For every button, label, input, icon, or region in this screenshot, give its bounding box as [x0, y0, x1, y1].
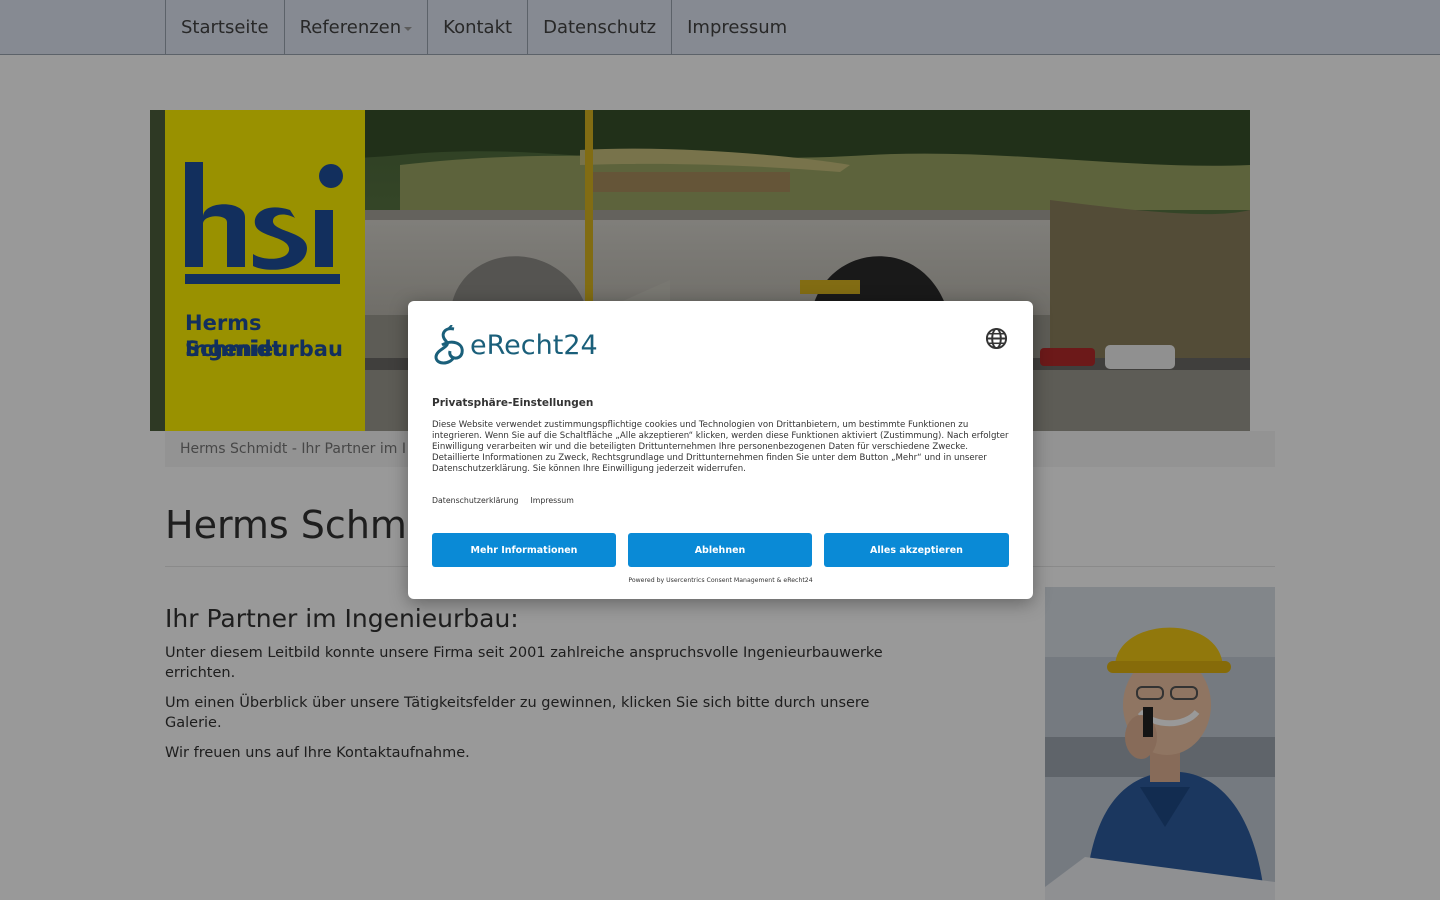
more-info-button[interactable]: Mehr Informationen: [432, 533, 616, 567]
brand-logo: eRecht24: [432, 325, 598, 365]
erecht24-logo-icon: [434, 325, 464, 365]
consent-body: Diese Website verwendet zustimmungspflic…: [432, 420, 1009, 474]
deny-button[interactable]: Ablehnen: [628, 533, 812, 567]
consent-dialog: eRecht24 Privatsphäre-Einstellungen Dies…: [408, 301, 1033, 599]
privacy-policy-link[interactable]: Datenschutzerklärung: [432, 496, 518, 505]
brand-name: eRecht24: [470, 329, 598, 361]
powered-by-text: Powered by Usercentrics Consent Manageme…: [628, 577, 813, 584]
accept-all-button[interactable]: Alles akzeptieren: [824, 533, 1009, 567]
consent-title: Privatsphäre-Einstellungen: [432, 397, 594, 409]
imprint-link[interactable]: Impressum: [530, 496, 573, 505]
consent-links: Datenschutzerklärung Impressum: [432, 496, 574, 505]
globe-icon[interactable]: [985, 327, 1008, 350]
consent-buttons: Mehr Informationen Ablehnen Alles akzept…: [432, 533, 1009, 567]
